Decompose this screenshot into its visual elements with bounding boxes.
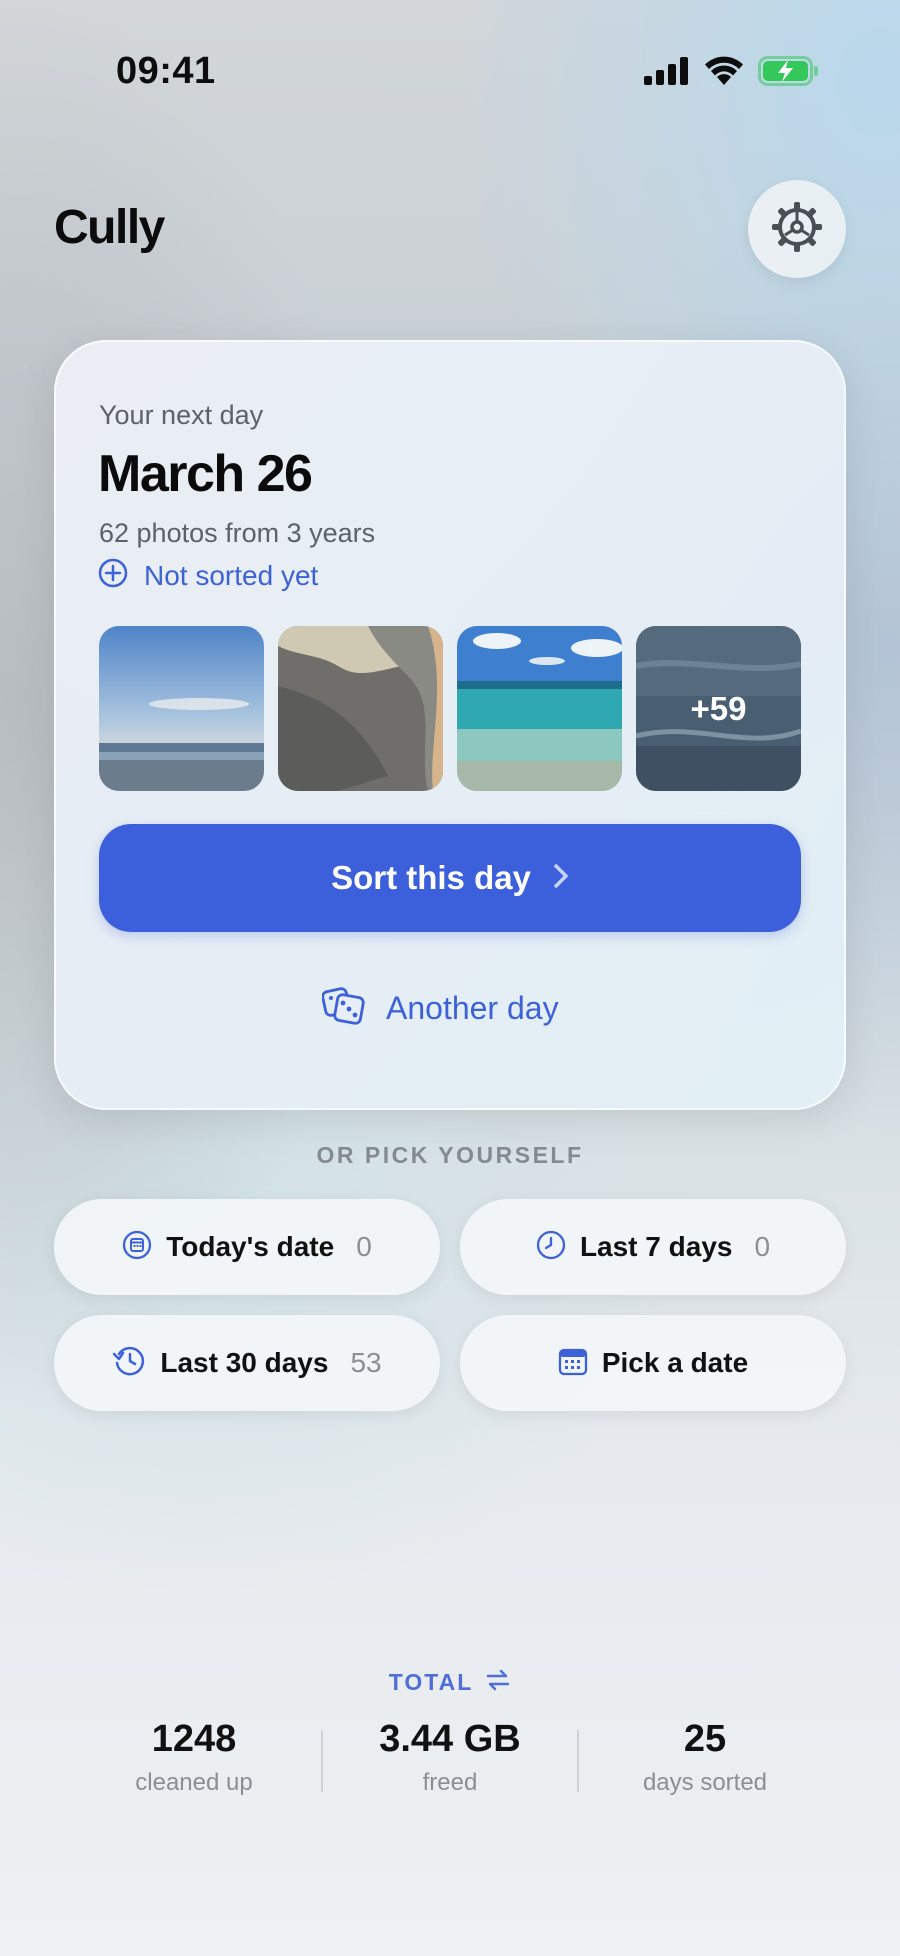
photo-thumbnail-more[interactable]: +59	[636, 626, 801, 791]
stat-value: 1248	[151, 1718, 237, 1760]
stat-divider	[321, 1730, 323, 1792]
stat-value: 25	[683, 1718, 727, 1760]
battery-charging-icon	[758, 56, 820, 91]
wifi-icon	[704, 56, 744, 91]
next-day-card: Your next day March 26 62 photos from 3 …	[54, 340, 846, 1110]
card-date: March 26	[98, 445, 313, 503]
status-icons	[644, 56, 820, 91]
stat-freed: 3.44 GB freed	[325, 1718, 575, 1797]
photo-thumbnail[interactable]	[278, 626, 443, 791]
sort-status: Not sorted yet	[98, 558, 318, 593]
status-time: 09:41	[116, 50, 216, 92]
last-7-days-button[interactable]: Last 7 days 0	[460, 1199, 846, 1295]
more-photos-count: +59	[690, 689, 747, 727]
todays-date-count: 0	[356, 1231, 372, 1262]
stat-caption: days sorted	[642, 1769, 768, 1796]
calendar-grid-icon	[558, 1346, 588, 1381]
status-bar: 09:41	[0, 0, 900, 150]
swap-arrows-icon	[485, 1668, 511, 1697]
app-title: Cully	[54, 201, 165, 254]
sort-status-label: Not sorted yet	[144, 559, 319, 591]
photo-thumbnail[interactable]	[99, 626, 264, 791]
photo-thumbnails: +59	[99, 626, 801, 791]
stat-days-sorted: 25 days sorted	[580, 1718, 830, 1797]
pick-a-date-button[interactable]: Pick a date	[460, 1315, 846, 1411]
stat-divider	[577, 1730, 579, 1792]
todays-date-button[interactable]: Today's date 0	[54, 1199, 440, 1295]
last-30-days-count: 53	[350, 1347, 382, 1378]
cellular-signal-icon	[644, 57, 690, 90]
stat-caption: freed	[422, 1769, 478, 1796]
last-30-days-button[interactable]: Last 30 days 53	[54, 1315, 440, 1411]
last-30-days-label: Last 30 days	[160, 1347, 329, 1378]
pick-a-date-label: Pick a date	[601, 1347, 749, 1378]
gear-icon	[770, 200, 824, 259]
todays-date-label: Today's date	[166, 1231, 335, 1262]
history-icon	[112, 1345, 146, 1382]
totals-stats: 1248 cleaned up 3.44 GB freed 25 days so…	[0, 1718, 900, 1828]
plus-circle-icon	[98, 558, 128, 593]
last-7-days-label: Last 7 days	[579, 1231, 733, 1262]
sort-this-day-button[interactable]: Sort this day	[99, 824, 801, 932]
clock-icon	[536, 1230, 566, 1265]
stat-value: 3.44 GB	[379, 1718, 521, 1760]
stat-cleaned-up: 1248 cleaned up	[69, 1718, 319, 1797]
pick-section-label: OR PICK YOURSELF	[316, 1142, 584, 1168]
photo-thumbnail[interactable]	[457, 626, 622, 791]
last-7-days-count: 0	[754, 1231, 771, 1262]
stat-caption: cleaned up	[135, 1769, 253, 1796]
total-toggle[interactable]: TOTAL	[0, 1668, 900, 1697]
dice-icon	[321, 986, 366, 1031]
settings-button[interactable]	[748, 180, 846, 278]
sort-button-label: Sort this day	[331, 859, 531, 896]
another-day-label: Another day	[386, 990, 559, 1026]
another-day-button[interactable]: Another day	[321, 986, 559, 1031]
calendar-icon	[122, 1230, 152, 1265]
card-subtitle: 62 photos from 3 years	[99, 518, 376, 548]
total-label: TOTAL	[388, 1669, 474, 1695]
card-eyebrow: Your next day	[99, 400, 264, 430]
chevron-right-icon	[553, 863, 569, 894]
